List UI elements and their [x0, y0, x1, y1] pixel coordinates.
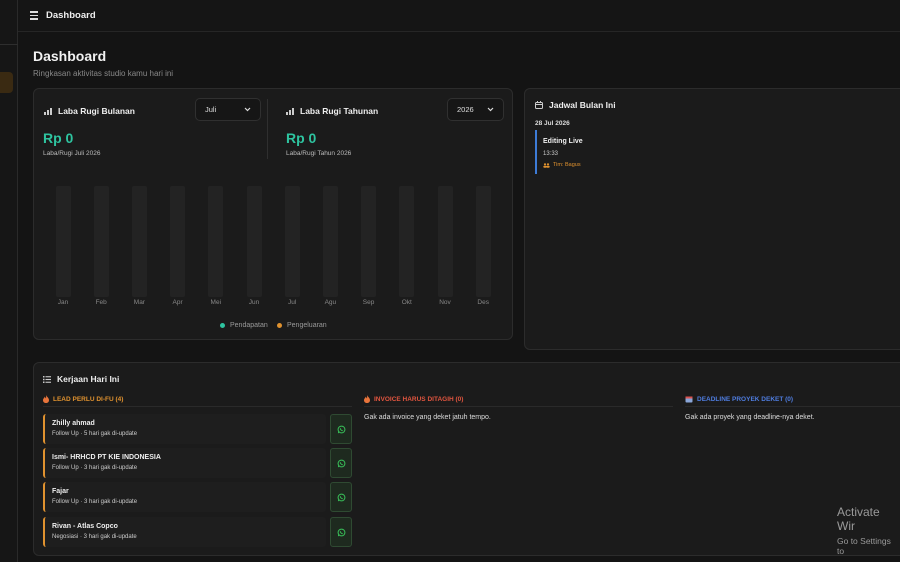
chart-bar-jan	[55, 186, 71, 297]
lead-status: Follow Up · 3 hari gak di-update	[52, 465, 138, 471]
invoices-divider	[364, 406, 673, 407]
chart-tick-label-jun: Jun	[248, 299, 260, 306]
hamburger-icon[interactable]	[30, 9, 42, 23]
watermark-line-2: Go to Settings to	[837, 536, 891, 556]
calendar-icon	[685, 396, 693, 403]
chart-tick-label-mar: Mar	[133, 299, 145, 306]
page-header: Dashboard Ringkasan aktivitas studio kam…	[33, 48, 173, 78]
chart-bar-okt	[399, 186, 415, 297]
sidebar-divider	[0, 44, 18, 45]
fire-icon	[364, 395, 370, 403]
legend-label-pengeluaran: Pengeluaran	[287, 322, 327, 329]
invoices-empty: Gak ada invoice yang deket jatuh tempo.	[364, 414, 491, 421]
whatsapp-button[interactable]	[330, 482, 352, 512]
deadlines-divider	[685, 406, 900, 407]
lead-status: Follow Up · 5 hari gak di-update	[52, 431, 138, 437]
chart-tick-label-agu: Agu	[324, 299, 337, 306]
lead-item[interactable]: Zhilly ahmad Follow Up · 5 hari gak di-u…	[43, 414, 326, 444]
whatsapp-icon	[337, 459, 345, 467]
page-title: Dashboard	[33, 48, 107, 64]
people-icon	[543, 162, 550, 168]
invoices-header-text: INVOICE HARUS DITAGIH (0)	[374, 395, 464, 403]
legend-dot-pengeluaran	[277, 323, 282, 328]
leads-divider	[43, 406, 352, 407]
schedule-event[interactable]: Editing Live 13:33 Tim: Bagus	[535, 130, 675, 174]
chart-tick-label-jul: Jul	[288, 299, 297, 306]
sidebar-item-active[interactable]	[0, 72, 13, 93]
lead-item[interactable]: Ismi- HRHCD PT KIE INDONESIA Follow Up ·…	[43, 448, 326, 478]
whatsapp-icon	[337, 528, 345, 536]
event-title: Editing Live	[543, 138, 583, 145]
event-team: Tim: Bagus	[543, 162, 675, 168]
fire-icon	[43, 395, 49, 403]
whatsapp-icon	[337, 493, 345, 501]
event-time: 13:33	[543, 151, 559, 157]
monthly-bar-chart: Jan Feb Mar Apr Mei Jun Jul Agu Sep Okt Nov Des	[34, 89, 514, 341]
chart-tick-label-nov: Nov	[439, 299, 451, 306]
deadlines-empty: Gak ada proyek yang deadline-nya deket.	[685, 414, 815, 421]
page-subtitle: Ringkasan aktivitas studio kamu hari ini	[33, 69, 174, 78]
chart-bar-agu	[322, 186, 338, 297]
schedule-card: Jadwal Bulan Ini 28 Jul 2026 Editing Liv…	[524, 88, 900, 350]
today-title: Kerjaan Hari Ini	[43, 374, 119, 384]
chart-tick-label-jan: Jan	[57, 299, 69, 306]
lead-item[interactable]: Rivan - Atlas Copco Negosiasi · 3 hari g…	[43, 517, 326, 547]
legend-pendapatan: Pendapatan	[220, 322, 268, 329]
chart-bar-feb	[93, 186, 109, 297]
legend-pengeluaran: Pengeluaran	[277, 322, 327, 329]
leads-header-text: LEAD PERLU DI-FU (4)	[53, 395, 124, 403]
lead-name: Fajar	[52, 488, 69, 495]
chart-bar-nov	[437, 186, 453, 297]
chart-bar-apr	[170, 186, 186, 297]
chart-tick-label-des: Des	[477, 299, 489, 306]
whatsapp-button[interactable]	[330, 414, 352, 444]
lead-item[interactable]: Fajar Follow Up · 3 hari gak di-update	[43, 482, 326, 512]
whatsapp-icon	[337, 425, 345, 433]
chart-bar-des	[475, 186, 491, 297]
chart-tick-label-okt: Okt	[401, 299, 412, 306]
lead-name: Rivan - Atlas Copco	[52, 523, 118, 530]
chart-tick-label-apr: Apr	[172, 299, 183, 306]
leads-header: LEAD PERLU DI-FU (4)	[43, 395, 123, 403]
legend-label-pendapatan: Pendapatan	[230, 322, 268, 329]
chart-bar-jul	[284, 186, 300, 297]
list-icon	[43, 375, 51, 383]
deadlines-header: DEADLINE PROYEK DEKET (0)	[685, 395, 793, 403]
chart-tick-label-sep: Sep	[362, 299, 375, 306]
chart-bar-mar	[131, 186, 147, 297]
profit-loss-card: Laba Rugi Bulanan Juli Rp 0 Laba/Rugi Ju…	[33, 88, 513, 340]
chart-bar-jun	[246, 186, 262, 297]
today-title-text: Kerjaan Hari Ini	[57, 374, 120, 384]
topbar: Dashboard	[18, 0, 900, 32]
whatsapp-button[interactable]	[330, 517, 352, 547]
chart-bar-mei	[208, 186, 224, 297]
lead-name: Ismi- HRHCD PT KIE INDONESIA	[52, 454, 161, 461]
watermark-line-1: Activate Wir	[837, 505, 880, 533]
chart-tick-label-feb: Feb	[95, 299, 107, 306]
chart-tick-label-mei: Mei	[210, 299, 222, 306]
lead-status: Follow Up · 3 hari gak di-update	[52, 499, 138, 505]
event-team-text: Tim: Bagus	[553, 162, 581, 168]
chart-bar-sep	[361, 186, 377, 297]
calendar-icon	[535, 101, 543, 109]
legend-dot-pendapatan	[220, 323, 225, 328]
whatsapp-button[interactable]	[330, 448, 352, 478]
schedule-title: Jadwal Bulan Ini	[535, 100, 616, 110]
sidebar	[0, 0, 18, 562]
lead-name: Zhilly ahmad	[52, 420, 95, 427]
activation-watermark: Activate Wir Go to Settings to	[837, 505, 900, 556]
lead-status: Negosiasi · 3 hari gak di-update	[52, 534, 137, 540]
schedule-title-text: Jadwal Bulan Ini	[549, 100, 616, 110]
schedule-date: 28 Jul 2026	[535, 120, 570, 127]
topbar-title: Dashboard	[46, 10, 96, 21]
deadlines-header-text: DEADLINE PROYEK DEKET (0)	[697, 395, 794, 403]
invoices-header: INVOICE HARUS DITAGIH (0)	[364, 395, 463, 403]
